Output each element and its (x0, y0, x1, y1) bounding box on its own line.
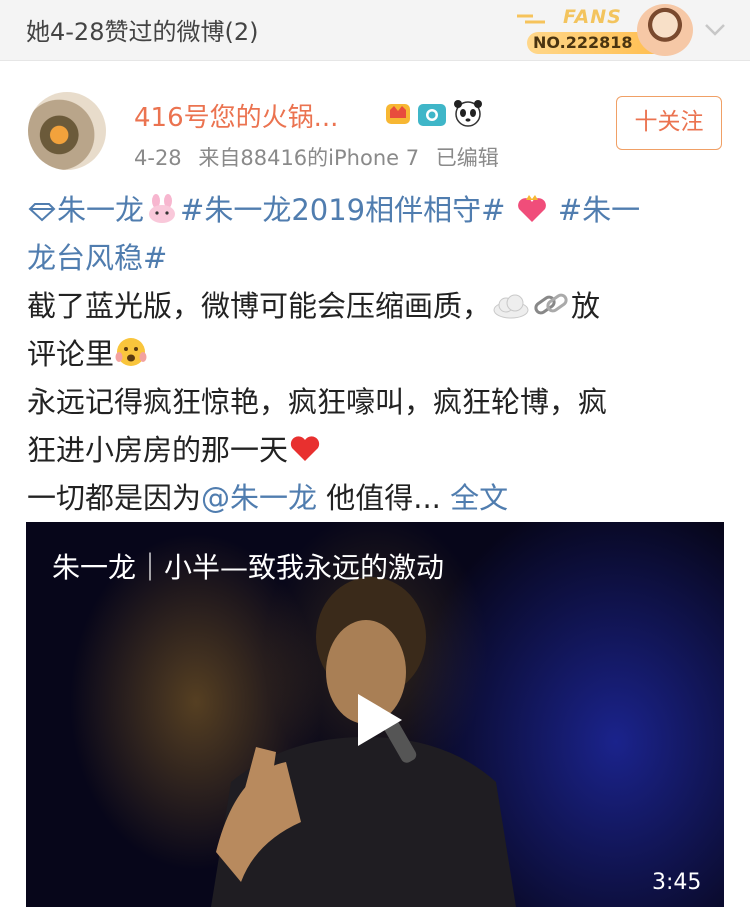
post-text-span: 狂进小房房的那一天 (27, 433, 289, 467)
post-line: 截了蓝光版，微博可能会压缩画质， 放 (27, 282, 717, 330)
author-badges (386, 100, 482, 127)
post-text-span: 一切都是因为 (27, 481, 202, 515)
post-line: 龙台风稳# (27, 234, 717, 282)
post-text-span: 放 (571, 289, 601, 323)
edited-tag[interactable]: 已编辑 (436, 146, 499, 170)
post-text-span: 截了蓝光版，微博可能会压缩画质， (27, 289, 492, 323)
heart-crown-emoji-icon (517, 195, 546, 222)
link-chain-icon (534, 293, 568, 315)
play-icon[interactable] (354, 692, 404, 748)
shocked-face-emoji-icon (115, 338, 147, 366)
post-line: 狂进小房房的那一天 (27, 426, 717, 474)
fans-number: NO.222818 (533, 33, 633, 52)
post-text-span: 永远记得疯狂惊艳，疯狂嚎叫，疯狂轮博，疯 (27, 385, 608, 419)
author-name[interactable]: 416号您的火锅... (134, 97, 338, 134)
crown-badge-icon (386, 104, 410, 124)
idol-avatar (637, 4, 693, 56)
post-line: 朱一龙 #朱一龙2019相伴相守# #朱一 (27, 186, 717, 234)
topic-link[interactable]: #朱一 (558, 193, 640, 227)
header-bar: 她4-28赞过的微博(2) FANS NO.222818 (0, 0, 750, 61)
post-content: 朱一龙 #朱一龙2019相伴相守# #朱一 龙台风稳# 截了蓝光版，微博可能会压… (27, 186, 717, 522)
video-duration: 3:45 (652, 870, 702, 895)
speed-lines-icon (517, 14, 545, 24)
camera-badge-icon (418, 104, 446, 126)
video-title: 朱一龙｜小半—致我永远的激动 (52, 551, 445, 584)
fans-label: FANS (563, 6, 622, 28)
avatar[interactable] (28, 92, 106, 170)
post-text-span: 评论里 (27, 337, 115, 371)
diamond-icon (28, 203, 56, 222)
post-time: 4-28 (134, 146, 182, 170)
bunny-emoji-icon (149, 194, 176, 223)
post-meta: 4-28 来自88416的iPhone 7 已编辑 (134, 142, 509, 172)
topic-link[interactable]: #朱一龙2019相伴相守# (180, 193, 505, 227)
super-topic-link[interactable]: 朱一龙 (57, 193, 144, 227)
full-text-link[interactable]: 全文 (450, 481, 508, 515)
chevron-down-icon[interactable] (702, 16, 728, 42)
follow-button[interactable]: 十关注 (616, 96, 722, 150)
red-heart-icon (290, 436, 320, 461)
post-text-span: 他值得... (317, 481, 451, 515)
mention-link[interactable]: @朱一龙 (201, 481, 317, 515)
weibo-liked-post-page: 她4-28赞过的微博(2) FANS NO.222818 416号您的火锅... (0, 0, 750, 907)
post-line: 永远记得疯狂惊艳，疯狂嚎叫，疯狂轮博，疯 (27, 378, 717, 426)
post-source: 来自88416的iPhone 7 (198, 146, 420, 170)
cloud-emoji-icon (493, 294, 529, 319)
video-player[interactable]: 朱一龙｜小半—致我永远的激动 3:45 (26, 522, 724, 907)
post-line: 评论里 (27, 330, 717, 378)
panda-badge-icon (454, 100, 482, 127)
fans-badge[interactable]: FANS NO.222818 (515, 4, 695, 56)
post-line: 一切都是因为@朱一龙 他值得... 全文 (27, 474, 717, 522)
page-title: 她4-28赞过的微博(2) (26, 18, 259, 46)
topic-link[interactable]: 龙台风稳# (27, 241, 167, 275)
